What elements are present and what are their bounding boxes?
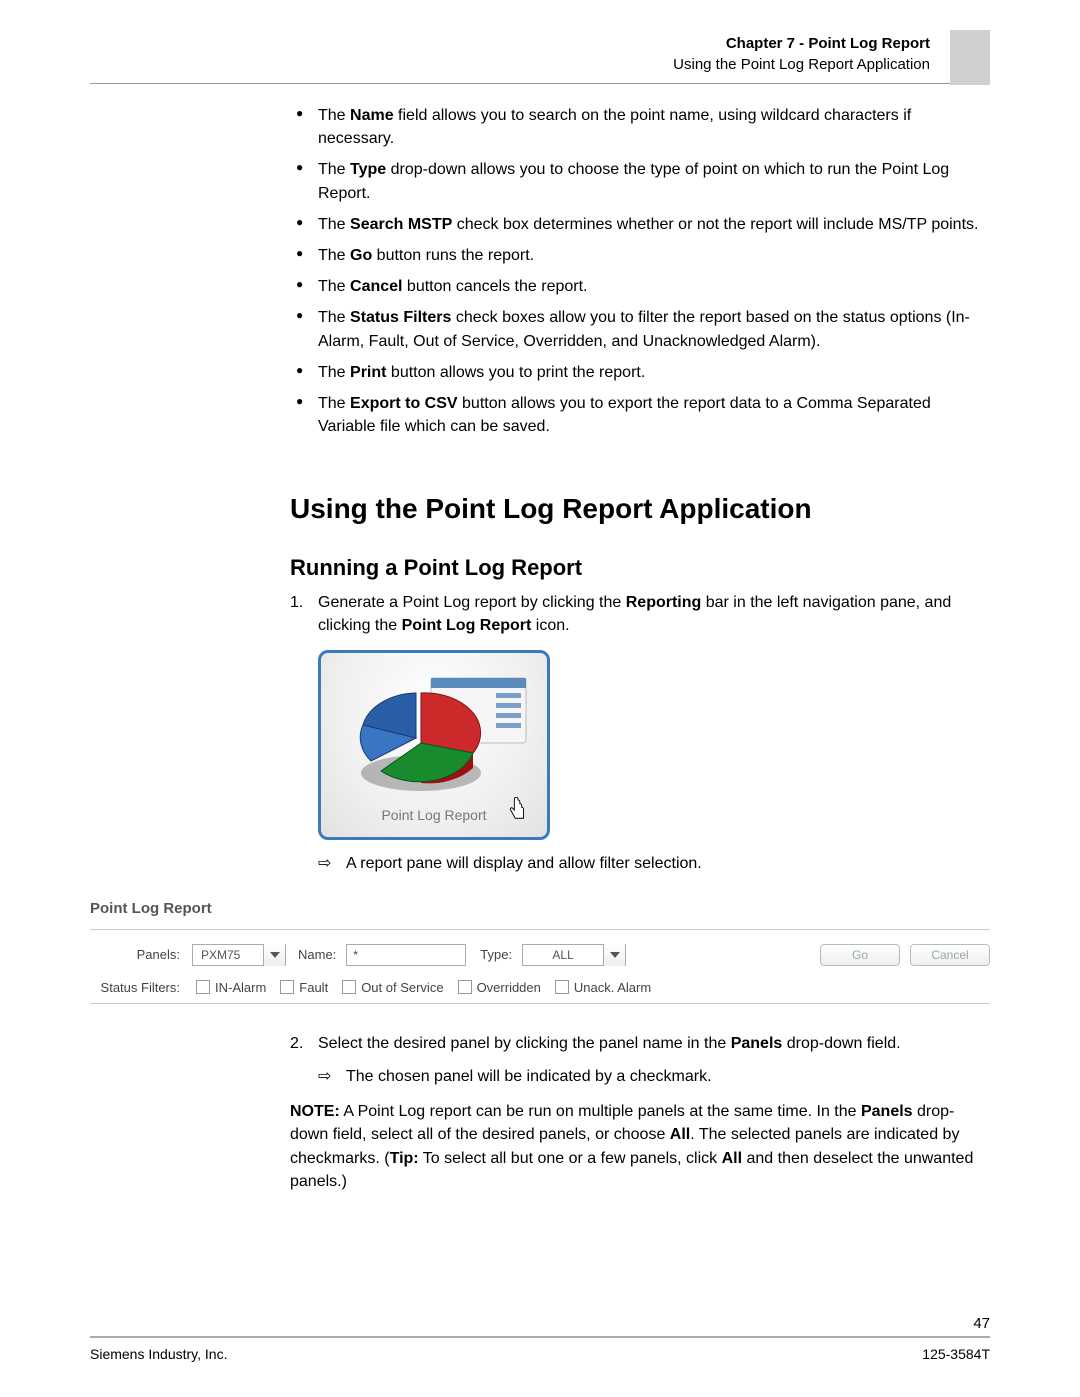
in-alarm-label: IN-Alarm	[215, 980, 266, 995]
hand-cursor-icon	[507, 797, 529, 823]
out-of-service-label: Out of Service	[361, 980, 443, 995]
step-1-number: 1.	[290, 591, 303, 614]
result-arrow-1: ⇨ A report pane will display and allow f…	[290, 852, 990, 875]
chapter-title: Chapter 7 - Point Log Report	[90, 35, 930, 52]
step-2: 2. Select the desired panel by clicking …	[290, 1032, 990, 1055]
feature-bullet: The Print button allows you to print the…	[290, 361, 990, 384]
section-heading-h1: Using the Point Log Report Application	[290, 493, 990, 525]
feature-bullet: The Search MSTP check box determines whe…	[290, 213, 990, 236]
arrow-2-text: The chosen panel will be indicated by a …	[346, 1068, 712, 1085]
unack-alarm-label: Unack. Alarm	[574, 980, 651, 995]
name-label: Name:	[298, 947, 336, 962]
footer-left: Siemens Industry, Inc.	[90, 1346, 227, 1362]
step-1-text-a: Generate a Point Log report by clicking …	[318, 594, 626, 611]
point-log-report-tile[interactable]: Point Log Report	[318, 650, 550, 840]
chevron-down-icon	[603, 944, 625, 966]
page-header: Chapter 7 - Point Log Report Using the P…	[90, 35, 990, 84]
filter-bar: Panels: PXM75 Name: * Type: ALL	[90, 929, 990, 1004]
arrow-1-text: A report pane will display and allow fil…	[346, 855, 702, 872]
result-arrow-2: ⇨ The chosen panel will be indicated by …	[290, 1065, 990, 1088]
header-accent-block	[950, 30, 990, 85]
overridden-label: Overridden	[477, 980, 541, 995]
type-value: ALL	[523, 948, 603, 962]
note-paragraph: NOTE: A Point Log report can be run on m…	[290, 1100, 990, 1193]
feature-bullet: The Export to CSV button allows you to e…	[290, 392, 990, 438]
feature-bullet: The Name field allows you to search on t…	[290, 104, 990, 150]
overridden-checkbox[interactable]	[458, 980, 472, 994]
fault-label: Fault	[299, 980, 328, 995]
arrow-right-icon: ⇨	[318, 1065, 331, 1088]
cancel-button[interactable]: Cancel	[910, 944, 990, 966]
name-input[interactable]: *	[346, 944, 466, 966]
unack-alarm-checkbox[interactable]	[555, 980, 569, 994]
feature-bullet: The Cancel button cancels the report.	[290, 275, 990, 298]
pie-chart-icon	[321, 653, 550, 803]
step-1-bold-plr: Point Log Report	[402, 617, 532, 634]
chevron-down-icon	[263, 944, 285, 966]
fault-checkbox[interactable]	[280, 980, 294, 994]
feature-bullet: The Type drop-down allows you to choose …	[290, 158, 990, 204]
main-content: The Name field allows you to search on t…	[290, 104, 990, 875]
chapter-subtitle: Using the Point Log Report Application	[90, 56, 930, 73]
page-footer: Siemens Industry, Inc. 125-3584T	[90, 1336, 990, 1362]
status-filters-label: Status Filters:	[90, 980, 180, 995]
go-button[interactable]: Go	[820, 944, 900, 966]
step-1-text-e: icon.	[531, 617, 569, 634]
panels-value: PXM75	[193, 948, 263, 962]
report-pane-title: Point Log Report	[90, 900, 990, 917]
step-2-number: 2.	[290, 1032, 303, 1055]
page-number: 47	[973, 1315, 990, 1332]
footer-right: 125-3584T	[922, 1346, 990, 1362]
type-dropdown[interactable]: ALL	[522, 944, 626, 966]
in-alarm-checkbox[interactable]	[196, 980, 210, 994]
arrow-right-icon: ⇨	[318, 852, 331, 875]
out-of-service-checkbox[interactable]	[342, 980, 356, 994]
step-2-bold-panels: Panels	[731, 1035, 783, 1052]
type-label: Type:	[480, 947, 512, 962]
feature-bullet-list: The Name field allows you to search on t…	[290, 104, 990, 438]
note-label: NOTE:	[290, 1103, 340, 1120]
step-2-text-a: Select the desired panel by clicking the…	[318, 1035, 731, 1052]
step-2-text-c: drop-down field.	[782, 1035, 900, 1052]
panels-dropdown[interactable]: PXM75	[192, 944, 286, 966]
name-value: *	[353, 948, 358, 962]
feature-bullet: The Go button runs the report.	[290, 244, 990, 267]
panels-label: Panels:	[90, 947, 180, 962]
step-1: 1. Generate a Point Log report by clicki…	[290, 591, 990, 637]
step-1-bold-reporting: Reporting	[626, 594, 702, 611]
section-heading-h2: Running a Point Log Report	[290, 555, 990, 581]
feature-bullet: The Status Filters check boxes allow you…	[290, 306, 990, 352]
